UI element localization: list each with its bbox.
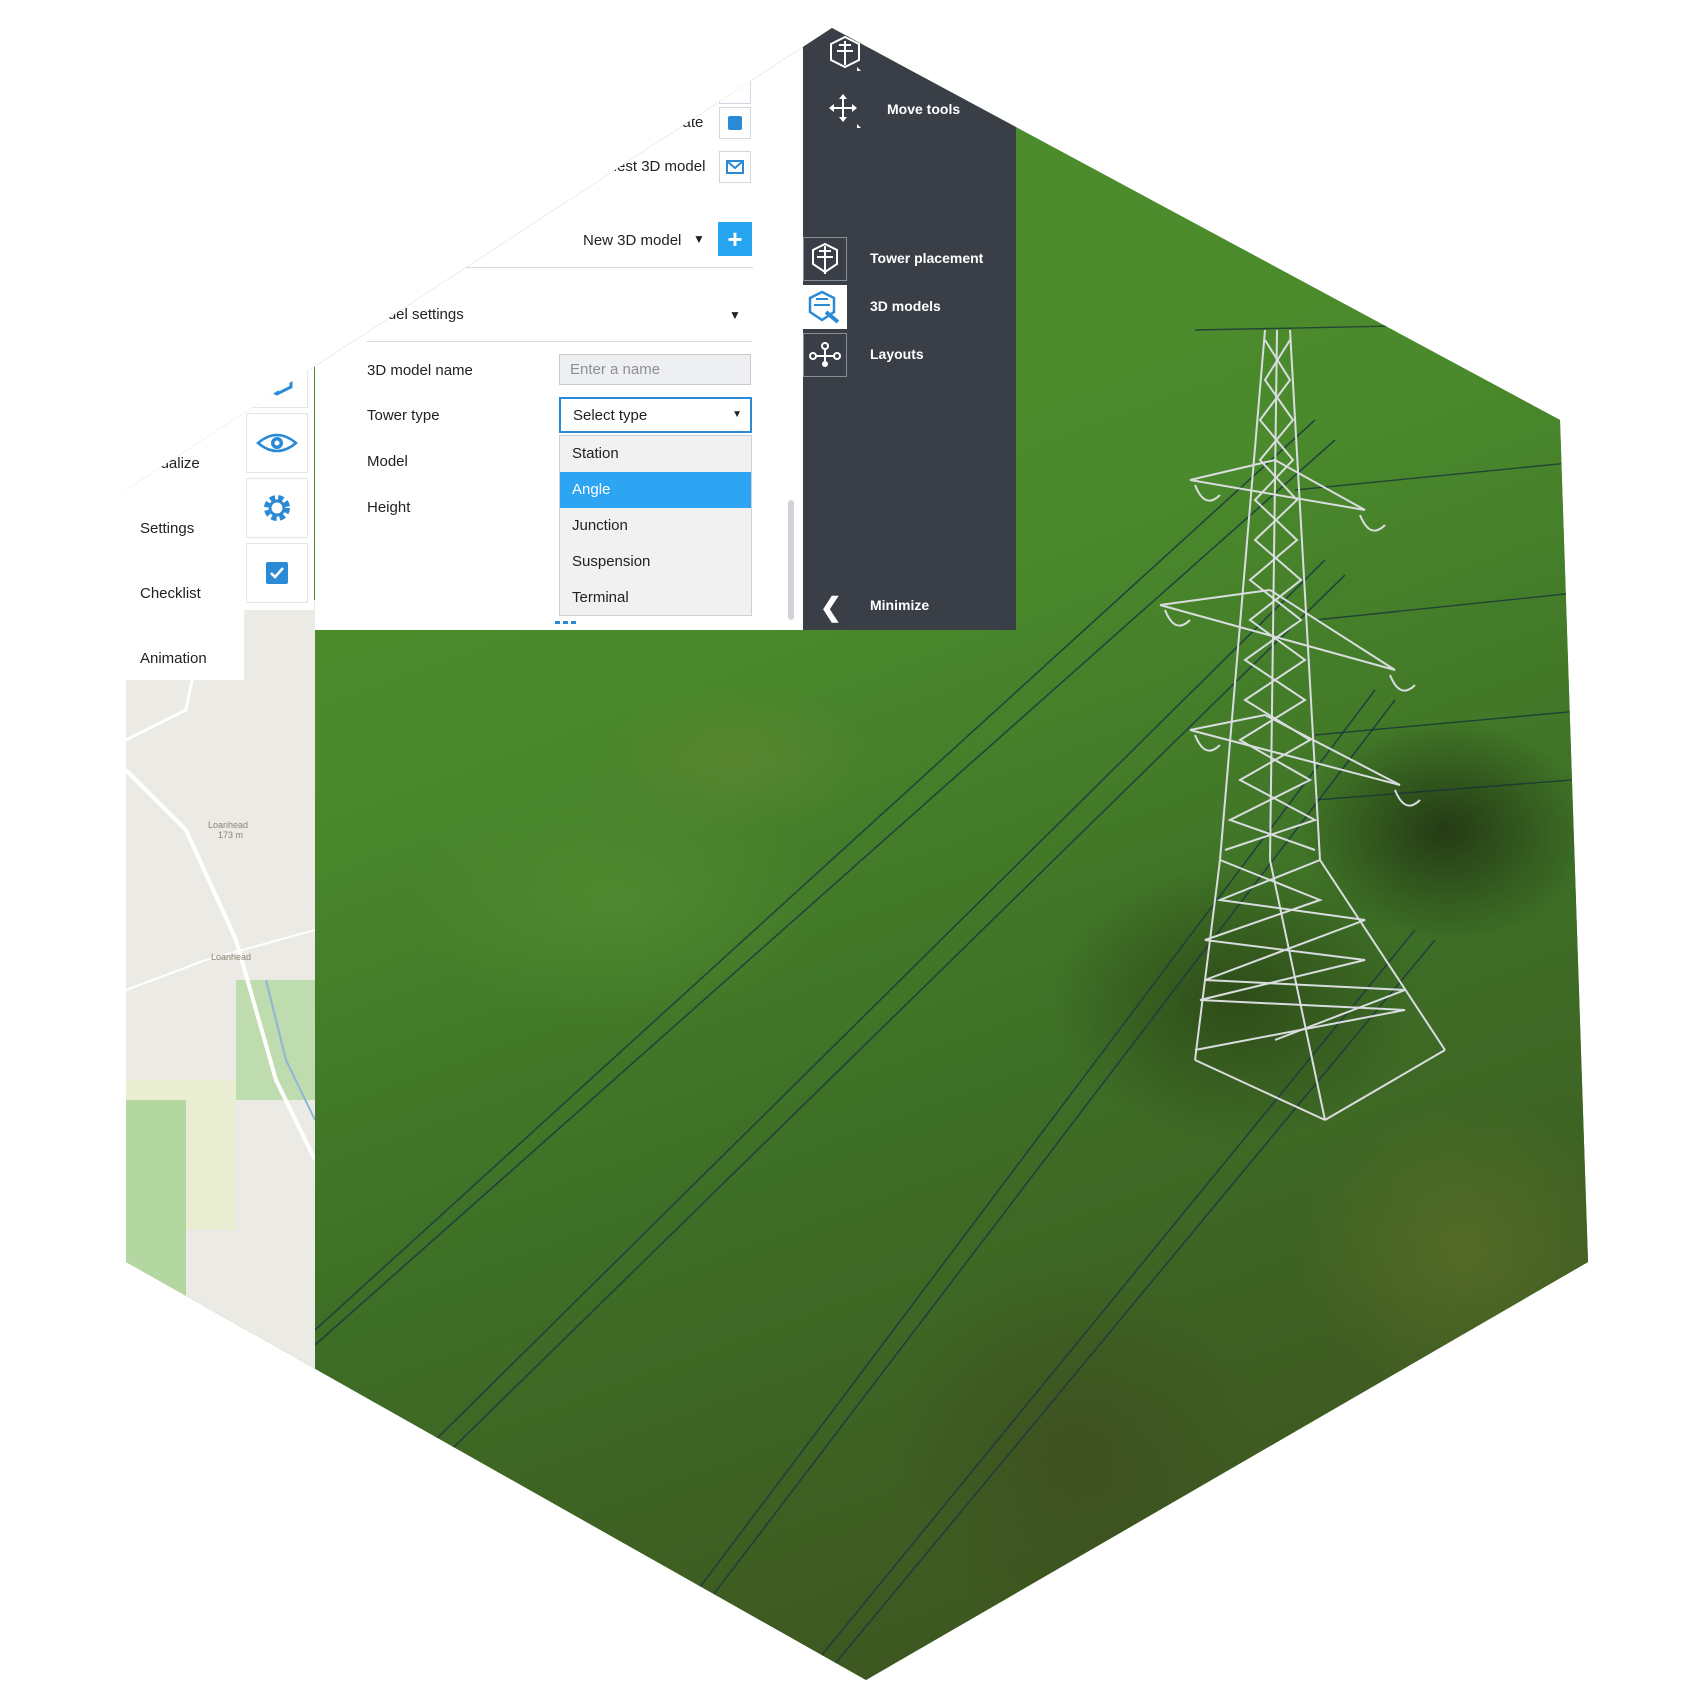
map-roads <box>126 600 315 1161</box>
chevron-down-icon[interactable]: ▼ <box>729 308 741 322</box>
option-angle[interactable]: Angle <box>560 472 751 508</box>
sidebar-item-animation[interactable]: Animation <box>140 650 207 667</box>
tower-edit-icon[interactable] <box>803 285 847 329</box>
map-place-label: Loanhead <box>208 820 249 830</box>
map-elevation-label: 173 m <box>218 830 244 840</box>
gear-icon[interactable] <box>246 478 308 538</box>
scrollbar[interactable] <box>788 500 794 620</box>
toolbar-item-move-tools[interactable]: Move tools <box>887 101 960 117</box>
option-junction[interactable]: Junction <box>560 508 751 544</box>
sidebar-accent-mark <box>283 334 313 342</box>
eye-icon[interactable] <box>246 413 308 473</box>
chevron-left-icon[interactable]: ❮ <box>820 592 842 623</box>
sidebar-icons <box>244 340 314 610</box>
toolbar-mode-layouts[interactable]: Layouts <box>870 346 924 362</box>
tools-toolbar: Place Move tools Tower placement 3D mode… <box>803 28 1016 630</box>
resize-handle[interactable] <box>555 621 577 624</box>
toolbar-mode-tower-placement[interactable]: Tower placement <box>870 250 983 266</box>
hexagon-frame: Loanhead 173 m Loanhead Visualize Settin… <box>126 28 1588 1680</box>
tower-type-dropdown: Station Angle Junction Suspension Termin… <box>559 435 752 616</box>
map-place-label: Loanhead <box>211 952 252 962</box>
copy-icon[interactable] <box>719 107 751 139</box>
request-3d-model-label: equest 3D model <box>592 158 706 175</box>
new-3d-model-label[interactable]: New 3D model <box>583 232 681 249</box>
sidebar-labels: Visualize Settings Checklist Animation <box>126 410 244 680</box>
toolbar-mode-3d-models[interactable]: 3D models <box>870 298 941 314</box>
divider <box>420 267 753 268</box>
sidebar-item-checklist[interactable]: Checklist <box>140 585 201 602</box>
minimize-button[interactable]: Minimize <box>870 597 929 613</box>
tower-icon[interactable] <box>803 237 847 281</box>
partial-top-button[interactable] <box>719 72 751 104</box>
cube-icon[interactable] <box>246 348 308 408</box>
tower-place-icon[interactable] <box>823 32 867 76</box>
mail-icon[interactable] <box>719 151 751 183</box>
chevron-down-icon: ▼ <box>732 409 742 420</box>
checkbox-icon[interactable] <box>246 543 308 603</box>
divider <box>367 341 752 342</box>
sidebar-item-visualize[interactable]: Visualize <box>140 455 200 472</box>
model-label: Model <box>367 453 408 470</box>
sidebar-item-settings[interactable]: Settings <box>140 520 194 537</box>
left-sidebar: Visualize Settings Checklist Animation <box>126 334 321 680</box>
duplicate-label: plicate <box>660 114 704 131</box>
section-title[interactable]: Model settings <box>367 306 464 323</box>
tower-type-label: Tower type <box>367 407 440 424</box>
height-label: Height <box>367 499 411 516</box>
toolbar-item-place[interactable]: Place <box>887 45 924 61</box>
mini-map[interactable]: Loanhead 173 m Loanhead <box>126 600 315 1680</box>
add-model-button[interactable]: + <box>718 222 752 256</box>
model-name-input[interactable]: Enter a name <box>559 354 751 385</box>
network-icon[interactable] <box>803 333 847 377</box>
move-arrows-icon[interactable] <box>823 88 867 132</box>
option-terminal[interactable]: Terminal <box>560 580 751 616</box>
option-suspension[interactable]: Suspension <box>560 544 751 580</box>
model-name-label: 3D model name <box>367 362 473 379</box>
tower-type-value: Select type <box>573 407 648 424</box>
chevron-down-icon[interactable]: ▼ <box>693 232 705 246</box>
option-station[interactable]: Station <box>560 436 751 472</box>
tower-type-select[interactable]: Select type ▼ <box>559 397 752 433</box>
